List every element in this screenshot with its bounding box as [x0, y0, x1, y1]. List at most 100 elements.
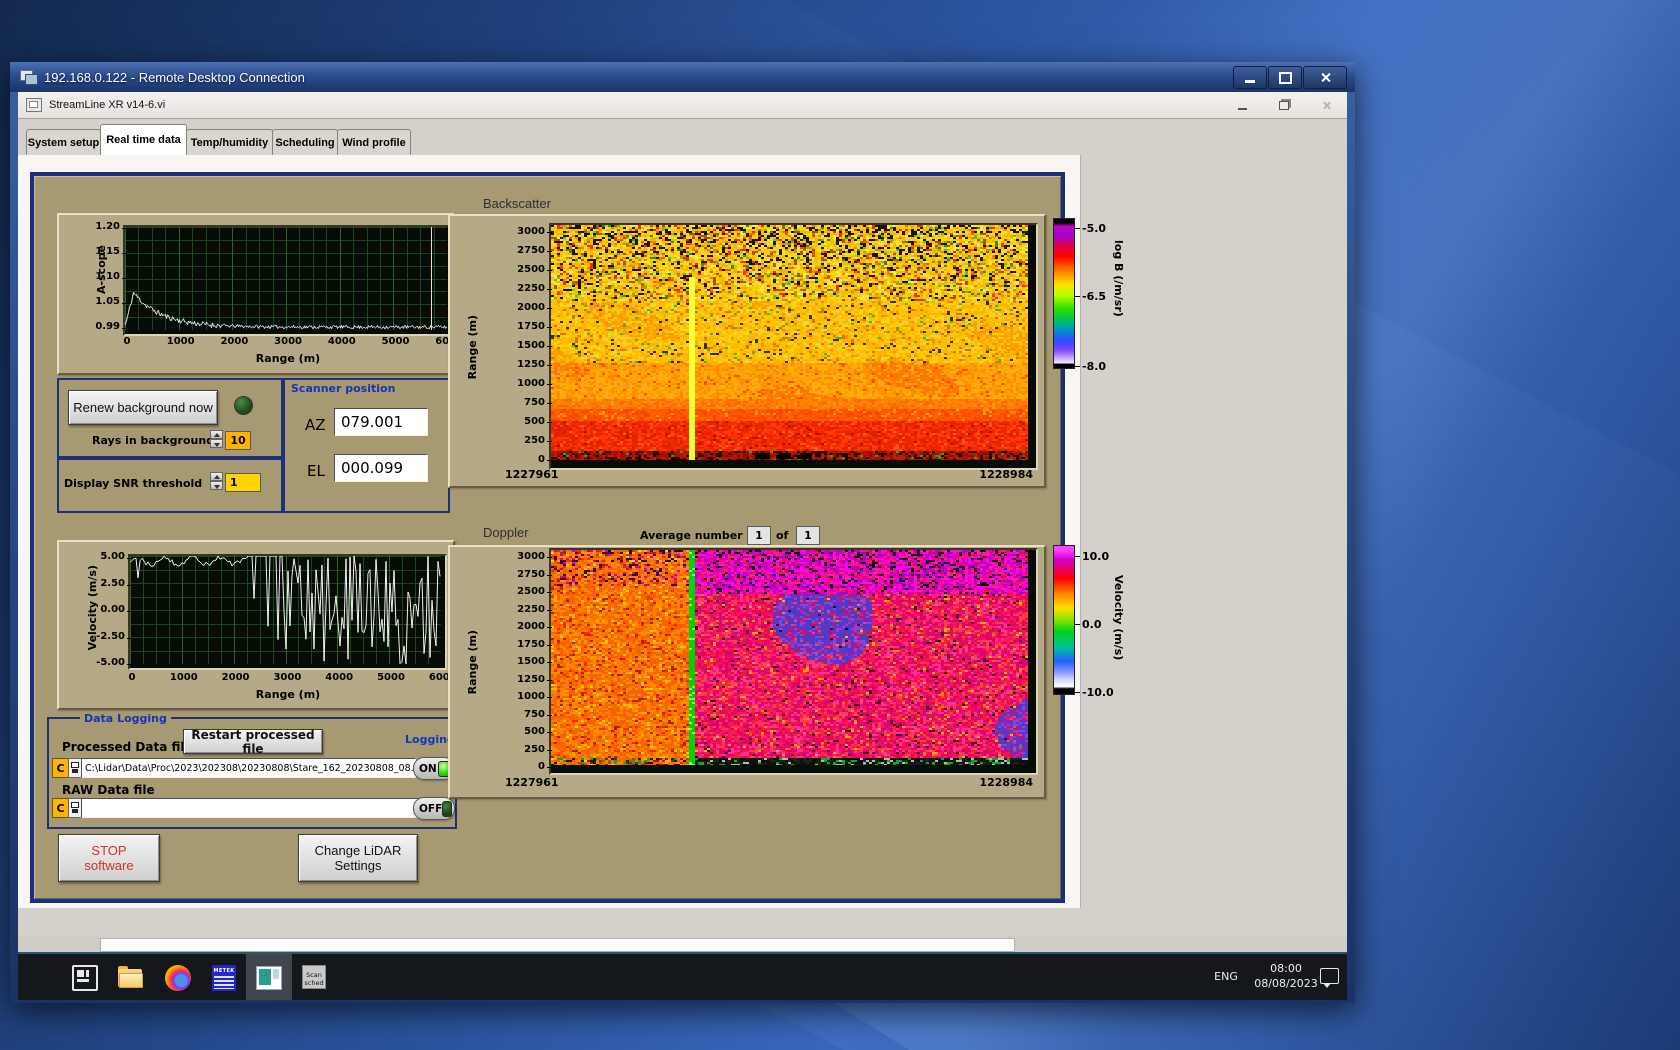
- doppler-range-label: Range (m): [466, 630, 479, 695]
- az-label: AZ: [305, 416, 326, 434]
- metek-app-icon[interactable]: METEK: [212, 965, 236, 991]
- tab-real-time-data[interactable]: Real time data: [100, 124, 187, 155]
- language-indicator[interactable]: ENG: [1208, 970, 1244, 983]
- notification-center-icon[interactable]: [1320, 968, 1339, 988]
- rays-spinner[interactable]: [210, 430, 223, 449]
- remote-taskbar: METEK Scan sched ENG 08:00 08/08/2023: [18, 952, 1347, 1000]
- velocity-plot-area: [128, 554, 447, 670]
- raw-browse-icon[interactable]: [68, 798, 82, 818]
- tick-mark: [1075, 624, 1080, 625]
- velocity-xlabel: Range (m): [255, 688, 321, 701]
- a-scope-xtick: 0: [123, 336, 131, 347]
- rays-value-field[interactable]: 10: [225, 431, 251, 450]
- az-value-field[interactable]: 079.001: [334, 408, 428, 436]
- firefox-icon[interactable]: [165, 965, 191, 991]
- tick-mark: [1075, 366, 1080, 367]
- doppler-ytick: 1000: [517, 691, 545, 702]
- backscatter-colorbar: [1053, 218, 1075, 369]
- tick-mark: [1075, 228, 1080, 229]
- logging-off-led: [442, 800, 452, 817]
- processed-path-field[interactable]: C:\Lidar\Data\Proc\2023\202308\20230808\…: [81, 758, 428, 778]
- spinner-down-icon[interactable]: [210, 481, 223, 490]
- close-button[interactable]: [1303, 66, 1347, 89]
- tick-mark: [547, 270, 552, 271]
- doppler-colorbar-unit: Velocity (m/s): [1112, 575, 1125, 661]
- tick-mark: [547, 749, 552, 751]
- doppler-colorbar-tick: 10.0: [1082, 550, 1110, 563]
- doppler-ytick: 1250: [517, 673, 545, 685]
- backscatter-ytick: 0: [538, 454, 545, 465]
- renew-background-button[interactable]: Renew background now: [68, 390, 218, 425]
- spinner-up-icon[interactable]: [210, 430, 223, 439]
- processed-browse-icon[interactable]: [68, 758, 82, 778]
- scrollbar-thumb[interactable]: [100, 938, 1015, 952]
- doppler-ytick: 2750: [517, 568, 545, 580]
- tick-mark: [122, 303, 127, 304]
- streamline-app-icon[interactable]: [256, 966, 282, 990]
- spinner-up-icon[interactable]: [210, 472, 223, 481]
- tick-mark: [127, 558, 132, 559]
- vi-titlebar[interactable]: StreamLine XR v14-6.vi: [18, 92, 1347, 119]
- tab-temp-humidity[interactable]: Temp/humidity: [186, 129, 273, 155]
- rdp-titlebar[interactable]: 192.168.0.122 - Remote Desktop Connectio…: [10, 62, 1355, 92]
- average-total-field[interactable]: 1: [796, 526, 820, 545]
- data-logging-title: Data Logging: [80, 712, 171, 725]
- raw-path-field[interactable]: [81, 798, 419, 818]
- vi-minimize-button[interactable]: [1229, 97, 1255, 113]
- tick-mark: [547, 403, 552, 404]
- tick-mark: [547, 644, 552, 646]
- doppler-ytick: 2000: [517, 621, 545, 632]
- scan-scheduler-icon[interactable]: Scan sched: [302, 965, 326, 989]
- raw-logging-toggle[interactable]: OFF: [413, 797, 455, 820]
- backscatter-ytick: 1250: [517, 359, 545, 370]
- doppler-plot-area: [549, 548, 1038, 775]
- a-scope-xtick: 1000: [166, 336, 195, 347]
- tick-mark: [547, 592, 552, 593]
- task-view-icon[interactable]: [72, 965, 98, 991]
- tab-system-setup[interactable]: System setup: [26, 129, 101, 155]
- average-number-field[interactable]: 1: [747, 526, 771, 545]
- a-scope-xtick: 2000: [220, 336, 249, 347]
- front-panel: A-scope 1.20 1.15 1.10 1.05 0.99 0 1000 2000 3000…: [30, 172, 1125, 903]
- minimize-button[interactable]: [1233, 66, 1267, 89]
- tick-mark: [547, 346, 552, 347]
- remote-desktop-session: StreamLine XR v14-6.vi System setup Real …: [18, 92, 1347, 1000]
- backscatter-colorbar-unit: log B (/m/sr): [1112, 240, 1125, 317]
- velocity-xtick: 5000: [377, 672, 405, 683]
- velocity-ytick: 5.00: [100, 551, 125, 562]
- tab-wind-profile[interactable]: Wind profile: [337, 129, 411, 155]
- el-value-field[interactable]: 000.099: [334, 454, 428, 482]
- average-number-label: Average number: [640, 529, 743, 542]
- maximize-button[interactable]: [1268, 66, 1302, 89]
- doppler-ytick: 250: [524, 743, 545, 755]
- tick-mark: [547, 232, 552, 233]
- backscatter-ytick: 2750: [517, 245, 545, 256]
- doppler-colorbar: [1053, 545, 1075, 695]
- raw-data-file-label: RAW Data file: [62, 783, 155, 797]
- tick-mark: [547, 662, 552, 663]
- clock-time[interactable]: 08:00: [1250, 962, 1322, 975]
- tick-mark: [122, 328, 127, 329]
- stop-software-button[interactable]: STOP software: [58, 834, 160, 882]
- backscatter-ytick: 1750: [517, 321, 545, 332]
- tick-mark: [127, 584, 132, 586]
- stop-line: STOP: [91, 843, 127, 858]
- vi-restore-button[interactable]: [1271, 97, 1297, 113]
- tab-scheduling[interactable]: Scheduling: [272, 129, 338, 155]
- doppler-ytick: 0: [538, 761, 545, 772]
- backscatter-ytick: 1000: [517, 378, 545, 389]
- clock-date[interactable]: 08/08/2023: [1250, 977, 1322, 990]
- change-lidar-settings-button[interactable]: Change LiDAR Settings: [298, 834, 418, 882]
- snr-threshold-label: Display SNR threshold: [64, 477, 203, 490]
- a-scope-ytick: 0.99: [95, 321, 120, 332]
- spinner-down-icon[interactable]: [210, 439, 223, 448]
- raw-drive-letter[interactable]: C: [52, 798, 69, 818]
- snr-spinner[interactable]: [210, 472, 223, 491]
- snr-value-field[interactable]: 1: [225, 473, 261, 492]
- file-explorer-icon[interactable]: [118, 965, 144, 991]
- vi-close-button[interactable]: [1313, 97, 1339, 113]
- restart-processed-file-button[interactable]: Restart processed file: [183, 728, 323, 756]
- backscatter-ytick: 2000: [517, 302, 545, 313]
- processed-drive-letter[interactable]: C: [52, 758, 69, 778]
- doppler-time-end: 1228984: [979, 776, 1033, 789]
